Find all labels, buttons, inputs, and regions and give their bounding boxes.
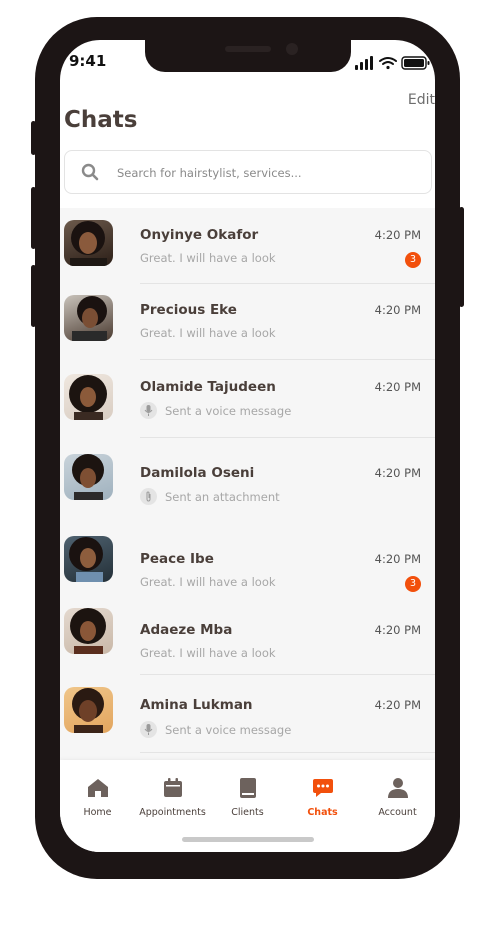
message-time: 4:20 PM bbox=[374, 552, 421, 566]
message-preview: Sent a voice message bbox=[140, 402, 291, 419]
message-time: 4:20 PM bbox=[374, 228, 421, 242]
message-preview: Great. I will have a look bbox=[140, 575, 276, 589]
avatar bbox=[64, 454, 113, 500]
preview-text: Great. I will have a look bbox=[140, 646, 276, 660]
speaker bbox=[225, 46, 271, 52]
avatar bbox=[64, 687, 113, 733]
message-preview: Sent a voice message bbox=[140, 721, 291, 738]
volume-down-button bbox=[31, 265, 36, 327]
status-icons bbox=[355, 56, 430, 70]
phone-frame: 9:41 Edit Chats Search for hairstylist, … bbox=[31, 17, 464, 879]
contact-name: Onyinye Okafor bbox=[140, 227, 259, 243]
contact-name: Precious Eke bbox=[140, 302, 237, 318]
avatar bbox=[64, 374, 113, 420]
message-preview: Great. I will have a look bbox=[140, 251, 276, 265]
contact-name: Adaeze Mba bbox=[140, 622, 233, 638]
message-time: 4:20 PM bbox=[374, 380, 421, 394]
attachment-icon bbox=[140, 488, 157, 505]
preview-text: Sent an attachment bbox=[165, 489, 280, 504]
preview-text: Great. I will have a look bbox=[140, 251, 276, 265]
tab-home[interactable]: Home bbox=[60, 778, 135, 818]
avatar bbox=[64, 295, 113, 341]
contact-name: Amina Lukman bbox=[140, 697, 253, 713]
wifi-icon bbox=[379, 57, 397, 70]
volume-up-button bbox=[31, 187, 36, 249]
power-button bbox=[459, 207, 464, 307]
tab-label: Home bbox=[83, 807, 112, 818]
search-input[interactable] bbox=[115, 159, 419, 187]
avatar bbox=[64, 536, 113, 582]
edit-button[interactable]: Edit bbox=[408, 92, 435, 108]
home-icon bbox=[87, 779, 108, 797]
page-title: Chats bbox=[64, 107, 138, 133]
chat-row[interactable]: Precious Eke Great. I will have a look 4… bbox=[60, 284, 435, 360]
status-time: 9:41 bbox=[69, 52, 107, 70]
tab-label: Chats bbox=[307, 807, 338, 818]
chat-row[interactable]: Onyinye Okafor Great. I will have a look… bbox=[60, 208, 435, 284]
home-indicator bbox=[182, 837, 314, 842]
row-divider bbox=[140, 752, 435, 753]
tab-chats[interactable]: Chats bbox=[285, 778, 360, 818]
calendar-icon bbox=[163, 778, 182, 797]
message-preview: Great. I will have a look bbox=[140, 326, 276, 340]
unread-badge: 3 bbox=[405, 576, 421, 592]
user-icon bbox=[387, 778, 408, 798]
tab-clients[interactable]: Clients bbox=[210, 778, 285, 818]
search-bar[interactable] bbox=[64, 150, 432, 194]
avatar bbox=[64, 608, 113, 654]
preview-text: Sent a voice message bbox=[165, 403, 292, 418]
book-icon bbox=[239, 778, 256, 798]
battery-icon bbox=[401, 56, 430, 70]
microphone-icon bbox=[140, 721, 157, 738]
message-time: 4:20 PM bbox=[374, 698, 421, 712]
signal-icon bbox=[355, 56, 373, 70]
microphone-icon bbox=[140, 402, 157, 419]
chat-row[interactable]: Olamide Tajudeen Sent a voice message 4:… bbox=[60, 360, 435, 438]
tab-label: Clients bbox=[231, 807, 264, 818]
mute-switch bbox=[31, 121, 36, 155]
contact-name: Peace Ibe bbox=[140, 551, 214, 567]
avatar bbox=[64, 220, 113, 266]
tab-account[interactable]: Account bbox=[360, 778, 435, 818]
preview-text: Great. I will have a look bbox=[140, 326, 276, 340]
chat-row[interactable]: Adaeze Mba Great. I will have a look 4:2… bbox=[60, 600, 435, 675]
chat-row[interactable]: Peace Ibe Great. I will have a look 4:20… bbox=[60, 524, 435, 600]
chat-bubble-icon bbox=[312, 779, 333, 797]
contact-name: Damilola Oseni bbox=[140, 465, 255, 481]
chat-row[interactable]: Amina Lukman Sent a voice message 4:20 P… bbox=[60, 675, 435, 753]
tab-label: Account bbox=[378, 807, 417, 818]
message-time: 4:20 PM bbox=[374, 303, 421, 317]
chat-list: Onyinye Okafor Great. I will have a look… bbox=[60, 208, 435, 760]
message-preview: Great. I will have a look bbox=[140, 646, 276, 660]
message-time: 4:20 PM bbox=[374, 623, 421, 637]
tab-label: Appointments bbox=[139, 807, 206, 818]
tab-appointments[interactable]: Appointments bbox=[135, 778, 210, 818]
front-camera bbox=[286, 43, 298, 55]
message-preview: Sent an attachment bbox=[140, 488, 280, 505]
notch bbox=[145, 40, 351, 72]
message-time: 4:20 PM bbox=[374, 466, 421, 480]
unread-badge: 3 bbox=[405, 252, 421, 268]
preview-text: Great. I will have a look bbox=[140, 575, 276, 589]
contact-name: Olamide Tajudeen bbox=[140, 379, 276, 395]
preview-text: Sent a voice message bbox=[165, 722, 292, 737]
search-icon bbox=[81, 163, 99, 181]
chat-row[interactable]: Damilola Oseni Sent an attachment 4:20 P… bbox=[60, 438, 435, 524]
phone-screen: 9:41 Edit Chats Search for hairstylist, … bbox=[60, 40, 435, 852]
